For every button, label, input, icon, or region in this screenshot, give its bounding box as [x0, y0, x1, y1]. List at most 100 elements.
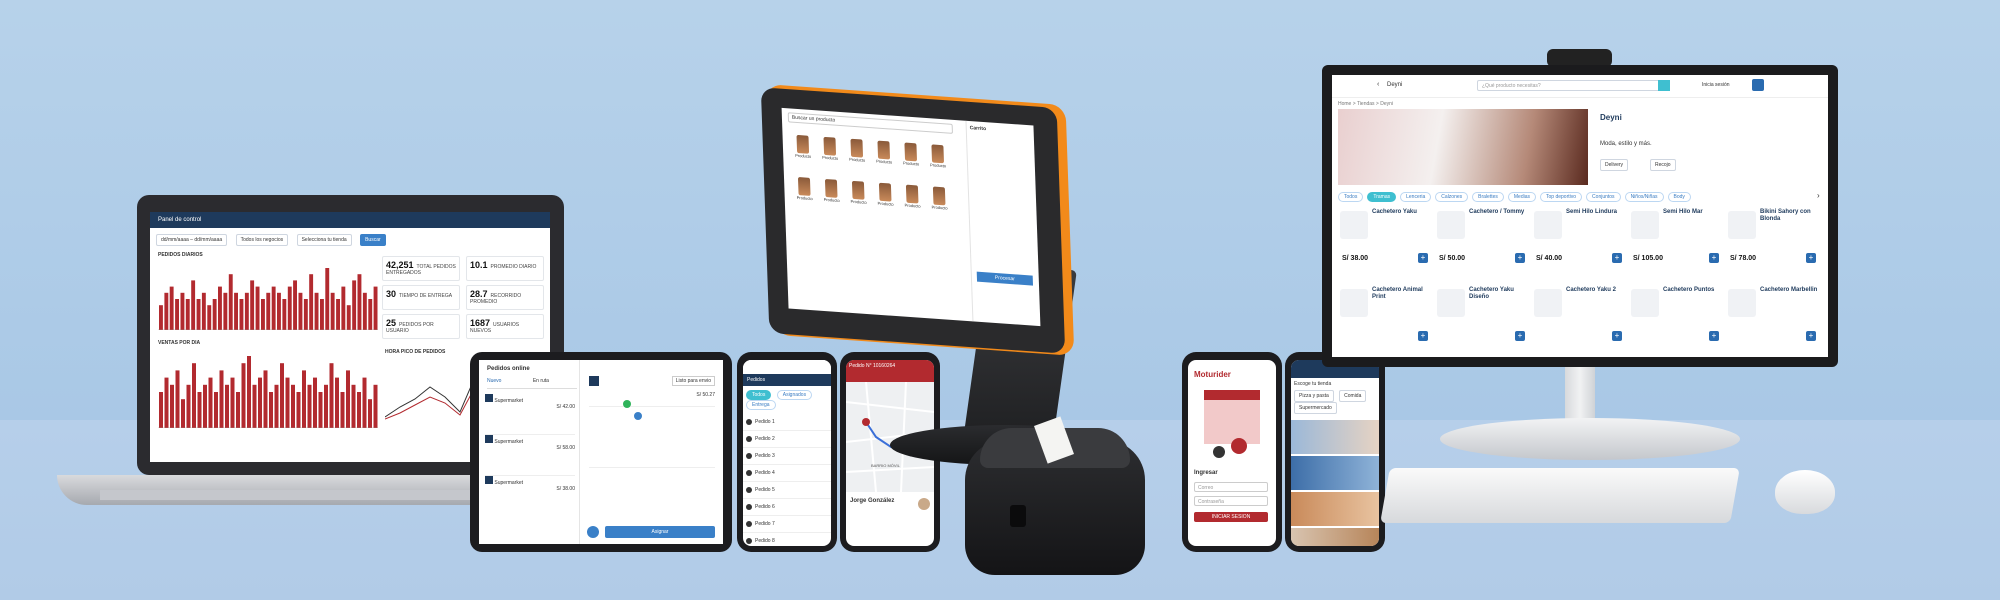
product-card[interactable]: Semi Hilo Lindura S/ 40.00 + — [1532, 207, 1627, 277]
category-chip[interactable]: Conjuntos — [1586, 192, 1621, 202]
whatsapp-icon[interactable] — [623, 400, 631, 408]
category-chip[interactable]: Lenceria — [1400, 192, 1432, 202]
pickup-option[interactable]: Recojo — [1650, 159, 1676, 171]
list-item[interactable]: Pedido 8 — [743, 533, 831, 546]
back-chevron-icon[interactable]: ‹ — [1377, 81, 1379, 88]
search-button[interactable]: Buscar — [360, 234, 386, 246]
kpi-card: 28.7 RECORRIDO PROMEDIO — [466, 285, 544, 310]
product-card[interactable]: Cachetero Yaku S/ 38.00 + — [1338, 207, 1433, 277]
product-label: Producto — [850, 198, 867, 205]
order-row[interactable]: Supermarket S/ 42.00 — [485, 394, 575, 435]
kpi-value: 28.7 — [470, 289, 488, 299]
store-banner[interactable] — [1291, 420, 1379, 454]
tab-delivery[interactable]: Entrega — [746, 400, 776, 410]
pos-product-tile[interactable]: Producto — [873, 182, 898, 220]
product-card[interactable]: Cachetero / Tommy S/ 50.00 + — [1435, 207, 1530, 277]
bar — [175, 299, 179, 330]
search-icon[interactable] — [1658, 80, 1670, 91]
category-chip[interactable]: Bralettes — [1472, 192, 1504, 202]
store-logo — [589, 376, 599, 386]
pos-product-tile[interactable]: Producto — [790, 134, 815, 172]
add-to-cart-button[interactable]: + — [1612, 331, 1622, 341]
business-select[interactable]: Todos los negocios — [235, 234, 289, 246]
product-card[interactable]: Semi Hilo Mar S/ 105.00 + — [1629, 207, 1724, 277]
category-chip[interactable]: Body — [1667, 192, 1691, 202]
add-to-cart-button[interactable]: + — [1418, 253, 1428, 263]
pos-product-tile[interactable]: Producto — [817, 136, 842, 174]
product-price: S/ 50.00 — [1439, 255, 1466, 262]
chip-supermarket[interactable]: Supermercado — [1294, 402, 1337, 414]
pos-product-tile[interactable]: Producto — [900, 184, 925, 222]
product-card[interactable]: Cachetero Animal Print + — [1338, 285, 1433, 355]
list-item[interactable]: Pedido 7 — [743, 516, 831, 533]
bar — [307, 384, 312, 428]
product-card[interactable]: Cachetero Puntos + — [1629, 285, 1724, 355]
login-link[interactable]: Inicia sesión — [1702, 82, 1730, 88]
product-label: Producto — [796, 194, 813, 202]
delivery-option[interactable]: Delivery — [1600, 159, 1629, 171]
list-item[interactable]: Pedido 6 — [743, 499, 831, 516]
pos-product-tile[interactable]: Producto — [846, 180, 871, 218]
category-chip[interactable]: Medias — [1507, 192, 1537, 202]
bar — [180, 292, 185, 330]
pos-product-tile[interactable]: Producto — [871, 140, 896, 178]
add-to-cart-button[interactable]: + — [1806, 331, 1816, 341]
search-input[interactable]: ¿Qué producto necesitas? — [1477, 80, 1667, 91]
store-select[interactable]: Selecciona tu tienda — [296, 234, 352, 246]
add-to-cart-button[interactable]: + — [1612, 253, 1622, 263]
tab-assigned[interactable]: Asignados — [776, 390, 813, 400]
tab-new[interactable]: Nuevo — [487, 378, 501, 384]
list-item[interactable]: Pedido 4 — [743, 465, 831, 482]
email-field[interactable]: Correo — [1194, 482, 1268, 492]
chip-pizza[interactable]: Pizza y pasta — [1294, 390, 1334, 402]
pos-product-tile[interactable]: Producto — [927, 186, 952, 224]
add-to-cart-button[interactable]: + — [1806, 253, 1816, 263]
store-banner[interactable] — [1291, 456, 1379, 490]
order-row[interactable]: Supermarket S/ 58.00 — [485, 435, 575, 476]
chevron-right-icon[interactable]: › — [1817, 191, 1820, 200]
login-button[interactable]: INICIAR SESION — [1194, 512, 1268, 522]
category-chip[interactable]: Calzones — [1435, 192, 1469, 202]
add-to-cart-button[interactable]: + — [1709, 253, 1719, 263]
list-item[interactable]: Pedido 2 — [743, 431, 831, 448]
list-item[interactable]: Pedido 1 — [743, 414, 831, 431]
back-button[interactable] — [587, 526, 599, 538]
phone-icon[interactable] — [634, 412, 642, 420]
store-banner[interactable] — [1291, 492, 1379, 526]
process-button[interactable]: Procesar — [976, 271, 1034, 286]
pos-product-tile[interactable]: Producto — [819, 178, 844, 217]
pos-product-tile[interactable]: Producto — [792, 177, 817, 215]
tab-en-route[interactable]: En ruta — [533, 378, 549, 384]
product-thumbnail — [796, 134, 810, 154]
category-chip[interactable]: Top deportivo — [1540, 192, 1583, 202]
product-thumbnail — [931, 144, 945, 164]
category-chip[interactable]: Tramas — [1367, 192, 1397, 202]
add-to-cart-button[interactable]: + — [1709, 331, 1719, 341]
add-to-cart-button[interactable]: + — [1418, 331, 1428, 341]
product-label: Producto — [931, 204, 948, 211]
list-item[interactable]: Pedido 3 — [743, 448, 831, 465]
pos-product-tile[interactable]: Producto — [898, 142, 923, 180]
list-item[interactable]: Pedido 5 — [743, 482, 831, 499]
product-card[interactable]: Cachetero Yaku 2 + — [1532, 285, 1627, 355]
password-field[interactable]: Contraseña — [1194, 496, 1268, 506]
product-card[interactable]: Bikini Sahory con Blonda S/ 78.00 + — [1726, 207, 1821, 277]
date-range-input[interactable]: dd/mm/aaaa – dd/mm/aaaa — [156, 234, 228, 246]
chip-food[interactable]: Comida — [1339, 390, 1367, 402]
tab-all[interactable]: Todos — [746, 390, 772, 400]
category-chip[interactable]: Niños/Niñas — [1624, 192, 1664, 202]
pos-product-tile[interactable]: Producto — [925, 144, 950, 182]
add-to-cart-button[interactable]: + — [1515, 331, 1525, 341]
store-banner[interactable] — [1291, 528, 1379, 546]
add-to-cart-button[interactable]: + — [1515, 253, 1525, 263]
product-card[interactable]: Cachetero Yaku Diseño + — [1435, 285, 1530, 355]
cart-icon[interactable] — [1752, 79, 1764, 91]
bar — [191, 280, 196, 330]
assign-button[interactable]: Asignar — [605, 526, 715, 538]
order-row[interactable]: Supermarket S/ 38.00 — [485, 476, 575, 516]
pos-product-tile[interactable]: Producto — [844, 138, 869, 176]
product-card[interactable]: Cachetero Marbellin + — [1726, 285, 1821, 355]
item-icon — [746, 538, 752, 544]
category-chip[interactable]: Todos — [1338, 192, 1364, 202]
product-image — [1534, 289, 1562, 317]
